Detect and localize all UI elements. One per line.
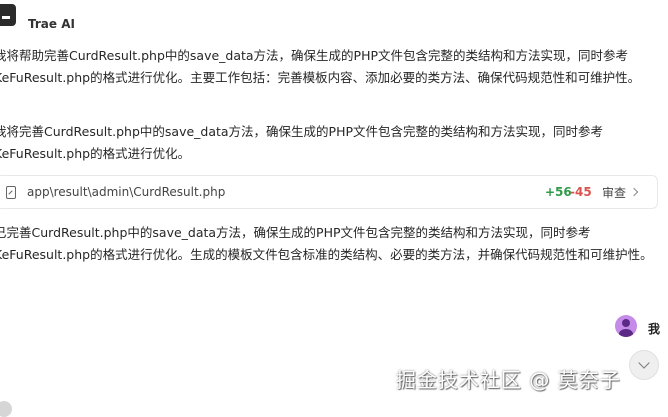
assistant-name: Trae AI <box>28 17 75 31</box>
diff-deletions: -45 <box>570 185 592 199</box>
assistant-message-2: 我将完善CurdResult.php中的save_data方法，确保生成的PHP… <box>0 124 604 161</box>
chevron-right-icon <box>629 187 639 197</box>
user-name: 我 <box>648 322 661 336</box>
user-avatar <box>615 315 637 337</box>
assistant-message-1: 我将帮助完善CurdResult.php中的save_data方法，确保生成的P… <box>0 48 641 85</box>
trae-logo-icon <box>0 4 16 26</box>
next-message-avatar <box>0 401 12 417</box>
review-label: 审查 <box>602 185 627 200</box>
diff-additions: +56 <box>545 185 572 199</box>
review-button[interactable]: 审查 <box>602 182 639 202</box>
assistant-message-3: 已完善CurdResult.php中的save_data方法，确保生成的PHP文… <box>0 225 653 262</box>
file-path: app\result\admin\CurdResult.php <box>27 185 226 199</box>
watermark: 掘金技术社区 @ 莫奈子 <box>396 368 621 392</box>
file-icon <box>6 186 16 199</box>
file-change-card[interactable]: app\result\admin\CurdResult.php +56 -45 … <box>0 175 658 209</box>
scroll-down-button[interactable] <box>629 350 659 380</box>
